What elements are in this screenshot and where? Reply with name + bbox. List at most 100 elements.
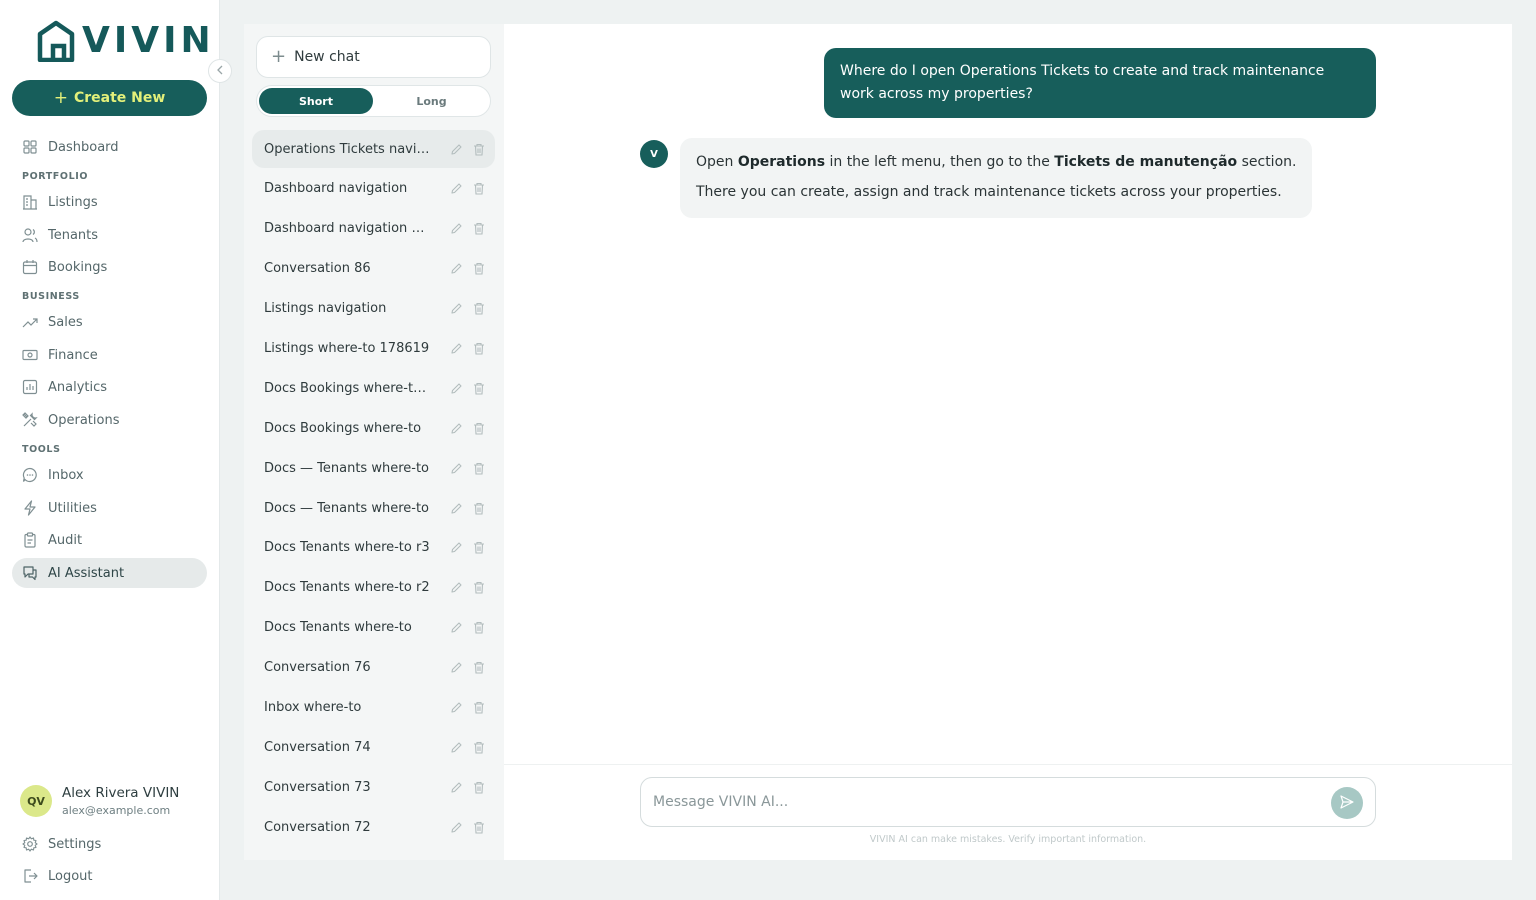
trash-icon[interactable] (473, 422, 485, 435)
sidebar-item-analytics[interactable]: Analytics (12, 372, 207, 402)
sidebar-item-inbox[interactable]: Inbox (12, 460, 207, 490)
conversation-item[interactable]: Inbox where-to (252, 688, 495, 726)
trash-icon[interactable] (473, 741, 485, 754)
send-button[interactable] (1331, 787, 1363, 819)
sidebar-item-listings[interactable]: Listings (12, 187, 207, 217)
conversation-item[interactable]: Operations Tickets navigation (252, 130, 495, 168)
conversation-title: Dashboard navigation projection (264, 221, 432, 237)
edit-icon[interactable] (450, 581, 463, 594)
house-logo-icon (37, 20, 75, 62)
conversation-item[interactable]: Conversation 74 (252, 728, 495, 766)
trash-icon[interactable] (473, 581, 485, 594)
conversation-item[interactable]: Docs Tenants where-to (252, 609, 495, 647)
create-new-button[interactable]: + Create New (12, 80, 207, 116)
edit-icon[interactable] (450, 661, 463, 674)
conversation-item[interactable]: Conversation 72 (252, 808, 495, 846)
conversation-item[interactable]: Conversation 76 (252, 649, 495, 687)
conversation-item[interactable]: Docs — Tenants where-to (252, 449, 495, 487)
trash-icon[interactable] (473, 222, 485, 235)
edit-icon[interactable] (450, 422, 463, 435)
sidebar-item-label: Bookings (48, 259, 108, 275)
new-chat-button[interactable]: + New chat (256, 36, 491, 78)
settings-link[interactable]: Settings (12, 829, 207, 859)
trash-icon[interactable] (473, 821, 485, 834)
bar-chart-icon (21, 378, 39, 396)
assistant-message-line-2: There you can create, assign and track m… (696, 184, 1282, 200)
edit-icon[interactable] (450, 342, 463, 355)
user-profile[interactable]: QV Alex Rivera VIVIN alex@example.com (20, 785, 179, 817)
logout-link[interactable]: Logout (12, 861, 207, 891)
conversation-list: Operations Tickets navigation Dashboard n… (252, 130, 495, 860)
conversation-item[interactable]: Docs Bookings where-to (252, 409, 495, 447)
vivin-logo[interactable]: VIVIN (36, 20, 215, 62)
gear-icon (21, 835, 39, 853)
trash-icon[interactable] (473, 541, 485, 554)
edit-icon[interactable] (450, 781, 463, 794)
sidebar-item-operations[interactable]: Operations (12, 405, 207, 435)
sidebar-item-tenants[interactable]: Tenants (12, 220, 207, 250)
conversation-item[interactable]: Dashboard navigation projection (252, 210, 495, 248)
user-message: Where do I open Operations Tickets to cr… (824, 48, 1376, 118)
edit-icon[interactable] (450, 382, 463, 395)
conversation-item[interactable]: Conversation 73 (252, 768, 495, 806)
sidebar-item-bookings[interactable]: Bookings (12, 252, 207, 282)
clipboard-icon (21, 531, 39, 549)
trash-icon[interactable] (473, 143, 485, 156)
conversation-item[interactable]: Conversation 71 (252, 848, 495, 861)
conversation-item[interactable]: Docs Tenants where-to r2 (252, 569, 495, 607)
conversation-item[interactable]: Listings navigation (252, 290, 495, 328)
sidebar-item-sales[interactable]: Sales (12, 307, 207, 337)
edit-icon[interactable] (450, 621, 463, 634)
brand-name: VIVIN (82, 20, 215, 61)
edit-icon[interactable] (450, 541, 463, 554)
trash-icon[interactable] (473, 382, 485, 395)
edit-icon[interactable] (450, 701, 463, 714)
sidebar-item-label: Operations (48, 412, 120, 428)
edit-icon[interactable] (450, 741, 463, 754)
response-length-toggle: Short Long (256, 85, 491, 117)
collapse-sidebar-button[interactable] (208, 59, 232, 83)
message-input[interactable] (653, 790, 1313, 814)
edit-icon[interactable] (450, 262, 463, 275)
conversation-title: Conversation 73 (264, 779, 371, 795)
conversation-item[interactable]: Docs Bookings where-to 1 (252, 369, 495, 407)
conversation-title: Operations Tickets navigation (264, 141, 432, 157)
trash-icon[interactable] (473, 621, 485, 634)
trash-icon[interactable] (473, 342, 485, 355)
plus-icon: + (271, 46, 287, 67)
edit-icon[interactable] (450, 821, 463, 834)
sidebar-item-utilities[interactable]: Utilities (12, 493, 207, 523)
edit-icon[interactable] (450, 182, 463, 195)
conversation-item[interactable]: Conversation 86 (252, 250, 495, 288)
sidebar-item-label: AI Assistant (48, 565, 125, 581)
trash-icon[interactable] (473, 661, 485, 674)
conversation-item[interactable]: Listings where-to 178619 (252, 329, 495, 367)
text-bold-operations: Operations (737, 154, 826, 170)
edit-icon[interactable] (450, 143, 463, 156)
grid-icon (21, 138, 39, 156)
section-label-business: BUSINESS (22, 291, 80, 302)
conversation-item[interactable]: Docs Tenants where-to r3 (252, 529, 495, 567)
trash-icon[interactable] (473, 462, 485, 475)
length-option-long[interactable]: Long (375, 88, 488, 114)
send-icon (1340, 794, 1354, 813)
disclaimer-text: VIVIN AI can make mistakes. Verify impor… (869, 834, 1147, 845)
conversation-item[interactable]: Dashboard navigation (252, 170, 495, 208)
trash-icon[interactable] (473, 182, 485, 195)
sidebar-item-audit[interactable]: Audit (12, 525, 207, 555)
sidebar-item-ai-assistant[interactable]: AI Assistant (12, 558, 207, 588)
trash-icon[interactable] (473, 701, 485, 714)
sidebar-item-finance[interactable]: Finance (12, 340, 207, 370)
edit-icon[interactable] (450, 502, 463, 515)
trash-icon[interactable] (473, 262, 485, 275)
trash-icon[interactable] (473, 502, 485, 515)
sidebar-item-label: Finance (48, 347, 98, 363)
edit-icon[interactable] (450, 302, 463, 315)
conversation-item[interactable]: Docs — Tenants where-to (252, 489, 495, 527)
sidebar-item-dashboard[interactable]: Dashboard (12, 132, 207, 162)
edit-icon[interactable] (450, 462, 463, 475)
trash-icon[interactable] (473, 781, 485, 794)
edit-icon[interactable] (450, 222, 463, 235)
length-option-short[interactable]: Short (259, 88, 373, 114)
trash-icon[interactable] (473, 302, 485, 315)
